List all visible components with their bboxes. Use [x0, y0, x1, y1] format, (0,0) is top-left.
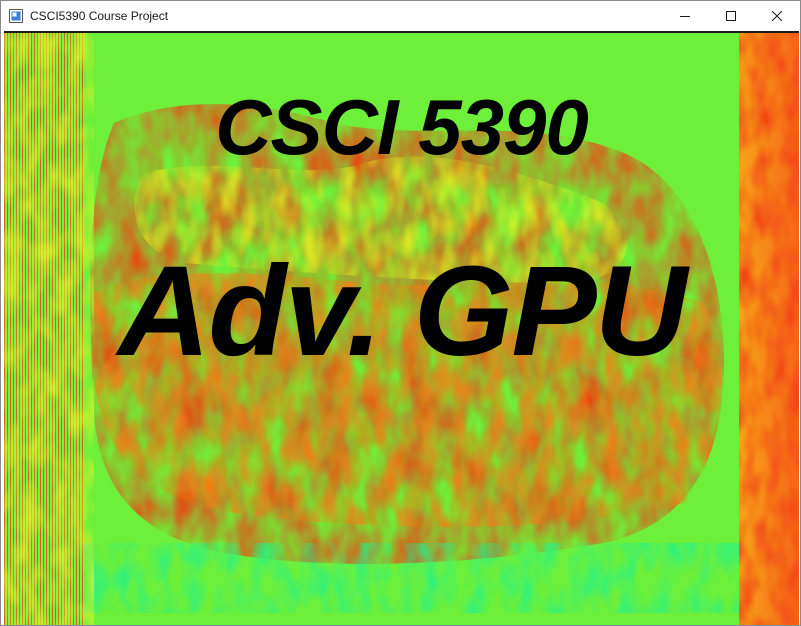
window-title: CSCI5390 Course Project	[30, 8, 169, 23]
app-icon	[9, 8, 23, 23]
app-window: CSCI5390 Course Project CSCI 5390 Adv. G…	[0, 0, 801, 626]
render-canvas[interactable]: CSCI 5390 Adv. GPU	[4, 31, 799, 625]
maximize-button[interactable]	[708, 1, 754, 30]
title-bar[interactable]: CSCI5390 Course Project	[1, 1, 800, 30]
minimize-button[interactable]	[662, 1, 708, 30]
maximize-icon	[726, 10, 736, 21]
minimize-icon	[680, 15, 690, 17]
title-line-course: CSCI 5390	[215, 83, 589, 171]
window-controls	[662, 1, 800, 30]
close-icon	[772, 10, 782, 21]
title-line-subject: Adv. GPU	[117, 240, 687, 383]
close-button[interactable]	[754, 1, 800, 30]
